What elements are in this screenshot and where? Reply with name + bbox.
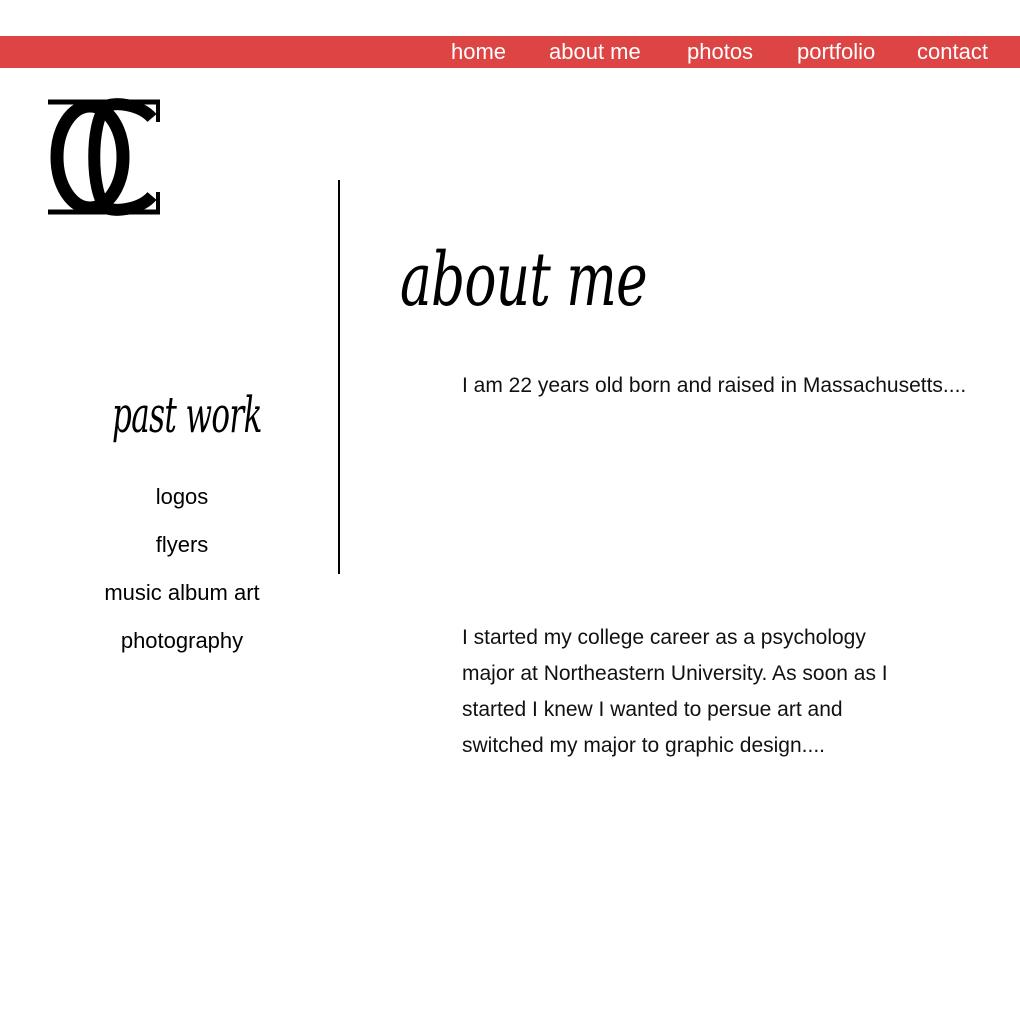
page-title: about me	[400, 237, 648, 323]
past-work-heading: past work	[112, 386, 262, 444]
top-nav-bar: home about me photos portfolio contact	[0, 36, 1020, 68]
oc-monogram-logo-graphic	[48, 98, 160, 216]
sidebar-link-music-album-art[interactable]: music album art	[60, 578, 304, 608]
about-paragraph-intro: I am 22 years old born and raised in Mas…	[462, 374, 967, 397]
nav-about-me-link[interactable]: about me	[549, 36, 641, 68]
nav-contact-link[interactable]: contact	[917, 36, 988, 68]
nav-photos-link[interactable]: photos	[687, 36, 753, 68]
vertical-divider	[338, 180, 340, 574]
oc-monogram-logo[interactable]	[44, 96, 164, 218]
nav-portfolio-link[interactable]: portfolio	[797, 36, 875, 68]
sidebar-link-photography[interactable]: photography	[60, 626, 304, 656]
about-paragraph-college: I started my college career as a psychol…	[462, 626, 888, 757]
nav-home-link[interactable]: home	[451, 36, 506, 68]
sidebar-link-flyers[interactable]: flyers	[60, 530, 304, 560]
sidebar-link-logos[interactable]: logos	[60, 482, 304, 512]
